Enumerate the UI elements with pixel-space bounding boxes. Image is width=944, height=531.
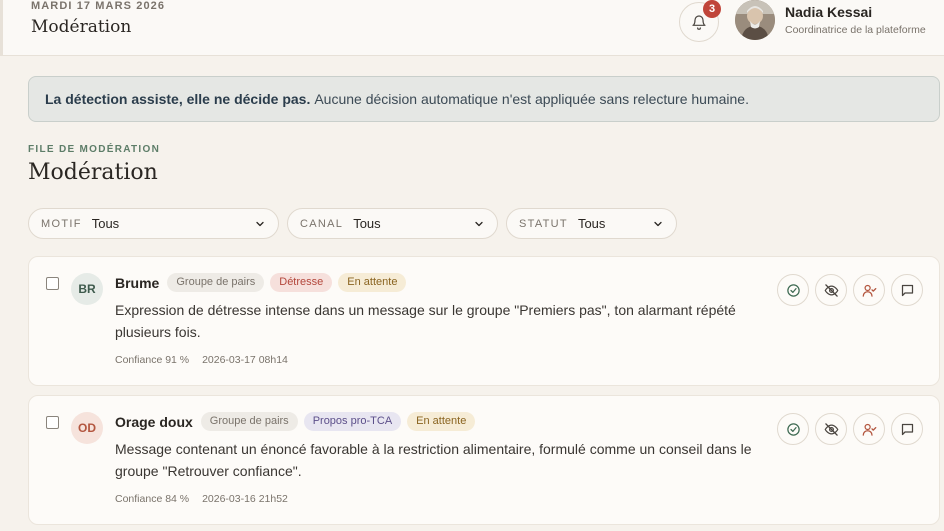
hide-button[interactable] <box>815 274 847 306</box>
comment-button[interactable] <box>891 274 923 306</box>
confidence-score: Confiance 91 % <box>115 354 190 366</box>
item-header: Brume Groupe de pairs Détresse En attent… <box>115 273 407 292</box>
item-description: Message contenant un énoncé favorable à … <box>115 441 752 479</box>
item-meta: Confiance 84 % 2026-03-16 21h52 <box>115 493 288 505</box>
bell-icon <box>692 15 706 30</box>
author-pseudonym: Orage doux <box>115 413 193 430</box>
filter-statut-label: STATUT <box>519 217 568 230</box>
item-actions <box>777 413 923 445</box>
top-title: Modération <box>31 17 132 37</box>
hide-button[interactable] <box>815 413 847 445</box>
reason-tag: Propos pro-TCA <box>303 412 402 431</box>
filter-canal[interactable]: CANAL Tous <box>287 208 498 239</box>
eye-off-icon <box>824 422 838 436</box>
user-role: Coordinatrice de la plateforme <box>785 24 926 36</box>
chevron-down-icon <box>475 221 483 226</box>
filter-statut-value: Tous <box>577 216 606 231</box>
current-date: MARDI 17 MARS 2026 <box>31 0 166 12</box>
notice-text: Aucune décision automatique n'est appliq… <box>314 91 749 107</box>
item-header: Orage doux Groupe de pairs Propos pro-TC… <box>115 412 476 431</box>
chevron-down-icon <box>654 221 662 226</box>
notification-count-badge: 3 <box>703 0 721 18</box>
item-timestamp: 2026-03-16 21h52 <box>202 493 288 505</box>
page-eyebrow: FILE DE MODÉRATION <box>28 144 161 155</box>
channel-tag: Groupe de pairs <box>200 412 298 431</box>
check-circle-icon <box>786 283 800 297</box>
author-initials: OD <box>71 412 103 444</box>
filter-canal-value: Tous <box>353 216 381 231</box>
comment-button[interactable] <box>891 413 923 445</box>
check-circle-icon <box>786 422 800 436</box>
user-check-icon <box>862 284 876 297</box>
filter-motif-value: Tous <box>91 216 120 231</box>
moderation-item: BR Brume Groupe de pairs Détresse En att… <box>28 256 940 386</box>
channel-tag: Groupe de pairs <box>167 273 265 292</box>
item-actions <box>777 274 923 306</box>
filter-motif[interactable]: MOTIF Tous <box>28 208 279 239</box>
user-avatar[interactable] <box>735 0 775 40</box>
item-select-checkbox[interactable] <box>46 277 59 290</box>
author-initials: BR <box>71 273 103 305</box>
top-bar: MARDI 17 MARS 2026 Modération 3 Nadia Ke… <box>0 0 944 56</box>
filter-motif-label: MOTIF <box>41 217 82 230</box>
filter-canal-label: CANAL <box>300 217 344 230</box>
user-check-icon <box>862 423 876 436</box>
item-description: Expression de détresse intense dans un m… <box>115 302 736 340</box>
human-review-notice: La détection assiste, elle ne décide pas… <box>28 76 940 122</box>
item-timestamp: 2026-03-17 08h14 <box>202 354 288 366</box>
user-name: Nadia Kessai <box>785 4 873 20</box>
approve-button[interactable] <box>777 274 809 306</box>
approve-button[interactable] <box>777 413 809 445</box>
page-title: Modération <box>28 160 158 185</box>
eye-off-icon <box>824 283 838 297</box>
confidence-score: Confiance 84 % <box>115 493 190 505</box>
assign-button[interactable] <box>853 274 885 306</box>
filter-statut[interactable]: STATUT Tous <box>506 208 677 239</box>
assign-button[interactable] <box>853 413 885 445</box>
item-meta: Confiance 91 % 2026-03-17 08h14 <box>115 354 288 366</box>
author-pseudonym: Brume <box>115 274 160 291</box>
moderation-item: OD Orage doux Groupe de pairs Propos pro… <box>28 395 940 525</box>
status-tag: En attente <box>338 273 407 292</box>
message-icon <box>901 423 913 435</box>
item-select-checkbox[interactable] <box>46 416 59 429</box>
chevron-down-icon <box>256 221 264 226</box>
status-tag: En attente <box>407 412 476 431</box>
message-icon <box>901 284 913 296</box>
reason-tag: Détresse <box>270 273 333 292</box>
notice-bold-text: La détection assiste, elle ne décide pas… <box>45 91 311 107</box>
